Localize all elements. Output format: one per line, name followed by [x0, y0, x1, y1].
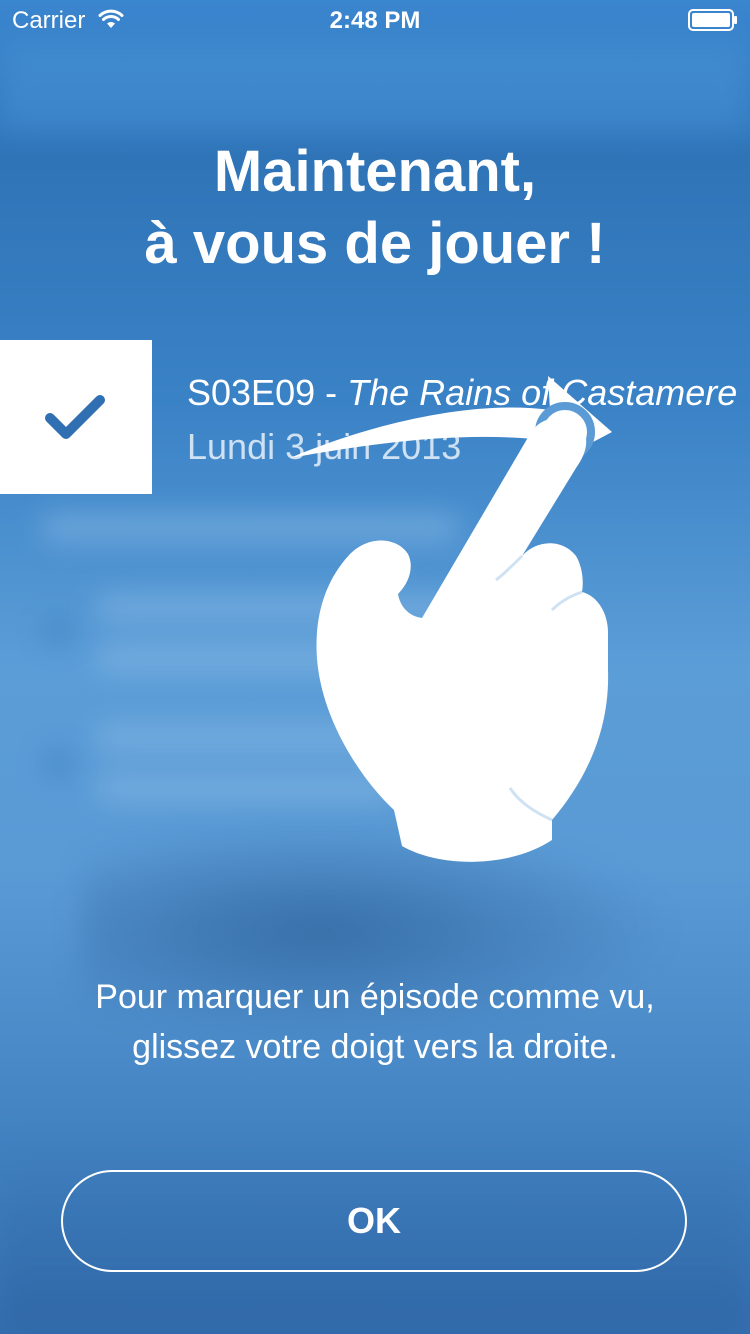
onboarding-title: Maintenant, à vous de jouer ! — [0, 136, 750, 280]
onboarding-screen: Carrier 2:48 PM Maintenant, à vous de jo… — [0, 0, 750, 1334]
instruction-line-2: glissez votre doigt vers la droite. — [132, 1028, 618, 1066]
title-line-2: à vous de jouer ! — [144, 211, 606, 276]
clock: 2:48 PM — [329, 7, 421, 34]
swipe-right-hand-icon — [290, 376, 612, 862]
background-navbar — [0, 40, 750, 130]
status-bar: Carrier 2:48 PM — [0, 0, 750, 40]
swipe-instructions: Pour marquer un épisode comme vu, glisse… — [0, 972, 750, 1072]
episode-check-box — [0, 340, 152, 494]
title-line-1: Maintenant, — [213, 139, 537, 204]
background-dot — [45, 750, 71, 776]
battery-icon — [688, 9, 737, 31]
ok-button[interactable]: OK — [61, 1170, 687, 1272]
checkmark-icon — [45, 395, 105, 439]
background-dot — [45, 618, 71, 644]
instruction-line-1: Pour marquer un épisode comme vu, — [95, 978, 655, 1016]
